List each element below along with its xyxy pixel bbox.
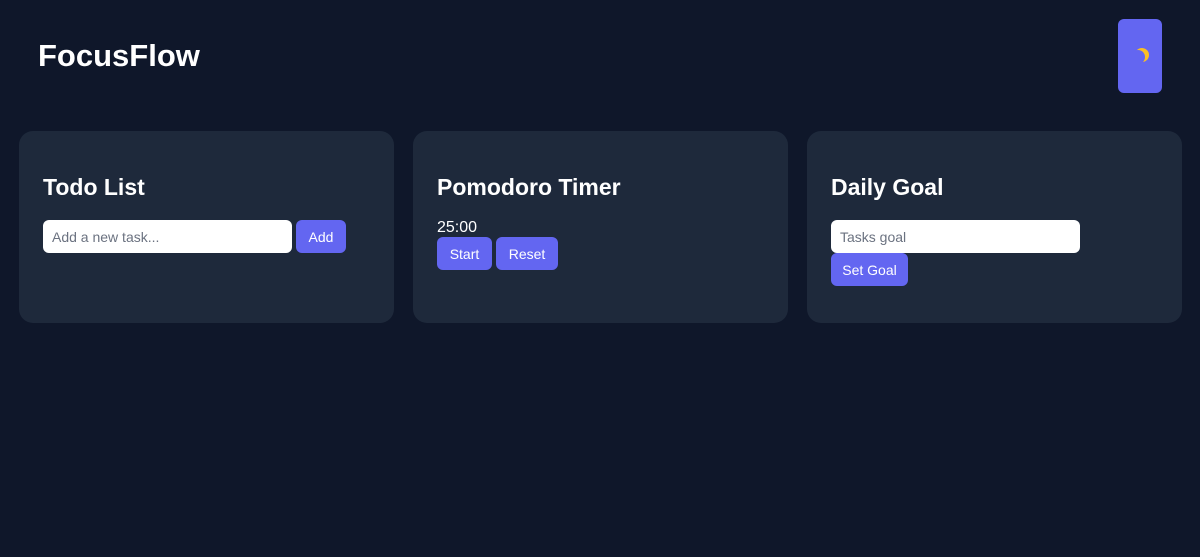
tasks-goal-input[interactable]: [831, 220, 1080, 253]
timer-controls: Start Reset: [437, 237, 764, 270]
start-timer-button[interactable]: Start: [437, 237, 492, 270]
theme-toggle-button[interactable]: [1118, 19, 1162, 93]
app-header: FocusFlow: [0, 0, 1200, 120]
todo-title: Todo List: [43, 174, 145, 200]
pomodoro-card: Pomodoro Timer 25:00 Start Reset: [413, 131, 788, 323]
daily-goal-card: Daily Goal Set Goal: [807, 131, 1182, 323]
set-goal-button[interactable]: Set Goal: [831, 253, 908, 286]
todo-card: Todo List Add: [19, 131, 394, 323]
daily-goal-title: Daily Goal: [831, 174, 944, 200]
widget-grid: Todo List Add Pomodoro Timer 25:00 Start…: [19, 131, 1182, 323]
goal-form: Set Goal: [831, 220, 1158, 286]
moon-icon: [1131, 50, 1145, 64]
todo-task-input[interactable]: [43, 220, 292, 253]
app-title: FocusFlow: [38, 38, 200, 73]
timer-display: 25:00: [437, 219, 478, 236]
reset-timer-button[interactable]: Reset: [496, 237, 558, 270]
todo-input-row: Add: [43, 220, 370, 253]
add-task-button[interactable]: Add: [296, 220, 346, 253]
pomodoro-title: Pomodoro Timer: [437, 174, 621, 200]
